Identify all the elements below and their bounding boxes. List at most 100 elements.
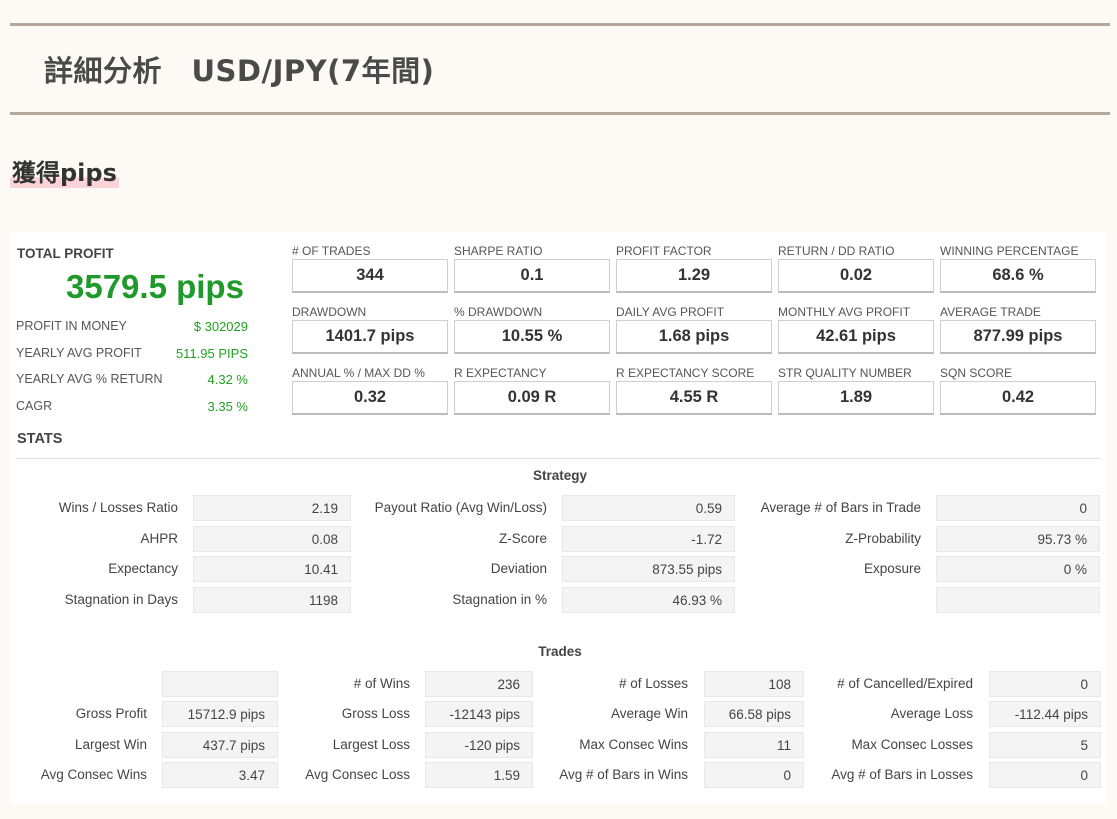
stat-value: 0.08 bbox=[193, 526, 351, 552]
stat-label: Avg Consec Wins bbox=[40, 767, 147, 782]
section-title: 獲得pips bbox=[10, 153, 119, 188]
page-header: 詳細分析 USD/JPY(7年間) bbox=[10, 23, 1110, 115]
stat-value bbox=[936, 587, 1100, 613]
metric-card: MONTHLY AVG PROFIT 42.61 pips bbox=[778, 305, 934, 354]
stats-title: STATS bbox=[17, 431, 63, 447]
metric-label: ANNUAL % / MAX DD % bbox=[292, 366, 425, 380]
metric-label: % DRAWDOWN bbox=[454, 305, 543, 319]
stat-value: 15712.9 pips bbox=[162, 701, 278, 727]
metric-label: SHARPE RATIO bbox=[454, 244, 543, 258]
summary-label: YEARLY AVG PROFIT bbox=[16, 346, 142, 360]
metric-card: RETURN / DD RATIO 0.02 bbox=[778, 244, 934, 293]
metric-label: # OF TRADES bbox=[292, 244, 371, 258]
metric-card: DRAWDOWN 1401.7 pips bbox=[292, 305, 448, 354]
stat-value: 0 bbox=[936, 495, 1100, 521]
stat-label: Average # of Bars in Trade bbox=[760, 500, 921, 515]
stat-label bbox=[738, 587, 921, 613]
metric-label: PROFIT FACTOR bbox=[616, 244, 712, 258]
summary-value: 3.35 % bbox=[207, 398, 248, 414]
metric-value: 42.61 pips bbox=[778, 320, 934, 354]
metric-card: R EXPECTANCY 0.09 R bbox=[454, 366, 610, 415]
metric-value: 0.09 R bbox=[454, 381, 610, 415]
stat-value: 0 % bbox=[936, 556, 1100, 582]
metric-card: # OF TRADES 344 bbox=[292, 244, 448, 293]
metric-value: 0.1 bbox=[454, 259, 610, 293]
stat-label bbox=[10, 671, 147, 697]
stat-value: 0.59 bbox=[562, 495, 735, 521]
stat-value: 5 bbox=[989, 732, 1101, 758]
stat-label: # of Cancelled/Expired bbox=[837, 676, 973, 691]
stat-label: Exposure bbox=[863, 561, 921, 576]
metric-card: AVERAGE TRADE 877.99 pips bbox=[940, 305, 1096, 354]
stat-label: Max Consec Losses bbox=[851, 737, 973, 752]
stat-value: 0 bbox=[704, 762, 804, 788]
metric-card: DAILY AVG PROFIT 1.68 pips bbox=[616, 305, 772, 354]
metric-label: MONTHLY AVG PROFIT bbox=[778, 305, 911, 319]
metric-value: 0.02 bbox=[778, 259, 934, 293]
strategy-title: Strategy bbox=[532, 468, 588, 483]
metric-card: SQN SCORE 0.42 bbox=[940, 366, 1096, 415]
stat-label: Largest Loss bbox=[332, 737, 410, 752]
summary-row: YEARLY AVG % RETURN 4.32 % bbox=[16, 369, 248, 389]
metric-value: 1.89 bbox=[778, 381, 934, 415]
stat-value: 2.19 bbox=[193, 495, 351, 521]
stat-label: Z-Probability bbox=[845, 531, 921, 546]
summary-value: 511.95 PIPS bbox=[175, 345, 248, 361]
metric-card: STR QUALITY NUMBER 1.89 bbox=[778, 366, 934, 415]
metric-value: 10.55 % bbox=[454, 320, 610, 354]
summary-row: PROFIT IN MONEY $ 302029 bbox=[16, 316, 248, 336]
stat-label: # of Losses bbox=[618, 676, 688, 691]
stat-value: 1.59 bbox=[425, 762, 533, 788]
stat-value: 437.7 pips bbox=[162, 732, 278, 758]
stat-value: -120 pips bbox=[425, 732, 533, 758]
stat-label: Expectancy bbox=[108, 561, 178, 576]
metric-card: PROFIT FACTOR 1.29 bbox=[616, 244, 772, 293]
stat-label: Stagnation in % bbox=[452, 592, 547, 607]
metric-label: AVERAGE TRADE bbox=[940, 305, 1041, 319]
stat-label: Stagnation in Days bbox=[64, 592, 178, 607]
stat-value: -12143 pips bbox=[425, 701, 533, 727]
metric-label: SQN SCORE bbox=[940, 366, 1013, 380]
metric-label: STR QUALITY NUMBER bbox=[778, 366, 912, 380]
stat-label: Wins / Losses Ratio bbox=[58, 500, 178, 515]
metric-card: ANNUAL % / MAX DD % 0.32 bbox=[292, 366, 448, 415]
stat-label: Largest Win bbox=[74, 737, 147, 752]
stat-label: Avg # of Bars in Wins bbox=[559, 767, 688, 782]
stat-label: # of Wins bbox=[353, 676, 410, 691]
metric-value: 0.42 bbox=[940, 381, 1096, 415]
stat-label: Average Win bbox=[610, 706, 688, 721]
summary-value: 4.32 % bbox=[207, 371, 248, 387]
stat-value: 11 bbox=[704, 732, 804, 758]
summary-row: YEARLY AVG PROFIT 511.95 PIPS bbox=[16, 343, 248, 363]
total-profit-value: 3579.5 pips bbox=[66, 268, 244, 305]
metric-value: 4.55 R bbox=[616, 381, 772, 415]
summary-row: CAGR 3.35 % bbox=[16, 396, 248, 416]
trades-title: Trades bbox=[538, 644, 582, 659]
stat-value bbox=[162, 671, 278, 697]
stat-value: 0 bbox=[989, 671, 1101, 697]
stat-value: 108 bbox=[704, 671, 804, 697]
metric-card: % DRAWDOWN 10.55 % bbox=[454, 305, 610, 354]
stat-value: 3.47 bbox=[162, 762, 278, 788]
metric-card: SHARPE RATIO 0.1 bbox=[454, 244, 610, 293]
stat-value: 46.93 % bbox=[562, 587, 735, 613]
stat-value: 1198 bbox=[193, 587, 351, 613]
stat-label: Average Loss bbox=[890, 706, 973, 721]
metric-card: R EXPECTANCY SCORE 4.55 R bbox=[616, 366, 772, 415]
metric-value: 344 bbox=[292, 259, 448, 293]
analysis-panel: TOTAL PROFIT 3579.5 pips PROFIT IN MONEY… bbox=[10, 232, 1106, 804]
metric-label: RETURN / DD RATIO bbox=[778, 244, 895, 258]
divider bbox=[16, 458, 1100, 459]
stat-value: 66.58 pips bbox=[704, 701, 804, 727]
stat-label: Avg # of Bars in Losses bbox=[831, 767, 973, 782]
page-title: 詳細分析 USD/JPY(7年間) bbox=[44, 54, 435, 88]
stat-value: 873.55 pips bbox=[562, 556, 735, 582]
stat-label: Max Consec Wins bbox=[579, 737, 688, 752]
summary-label: YEARLY AVG % RETURN bbox=[16, 372, 163, 386]
total-profit-label: TOTAL PROFIT bbox=[17, 246, 114, 261]
stat-label: AHPR bbox=[140, 531, 178, 546]
stat-label: Gross Loss bbox=[341, 706, 410, 721]
metric-label: DAILY AVG PROFIT bbox=[616, 305, 725, 319]
metric-value: 0.32 bbox=[292, 381, 448, 415]
stat-value: 0 bbox=[989, 762, 1101, 788]
